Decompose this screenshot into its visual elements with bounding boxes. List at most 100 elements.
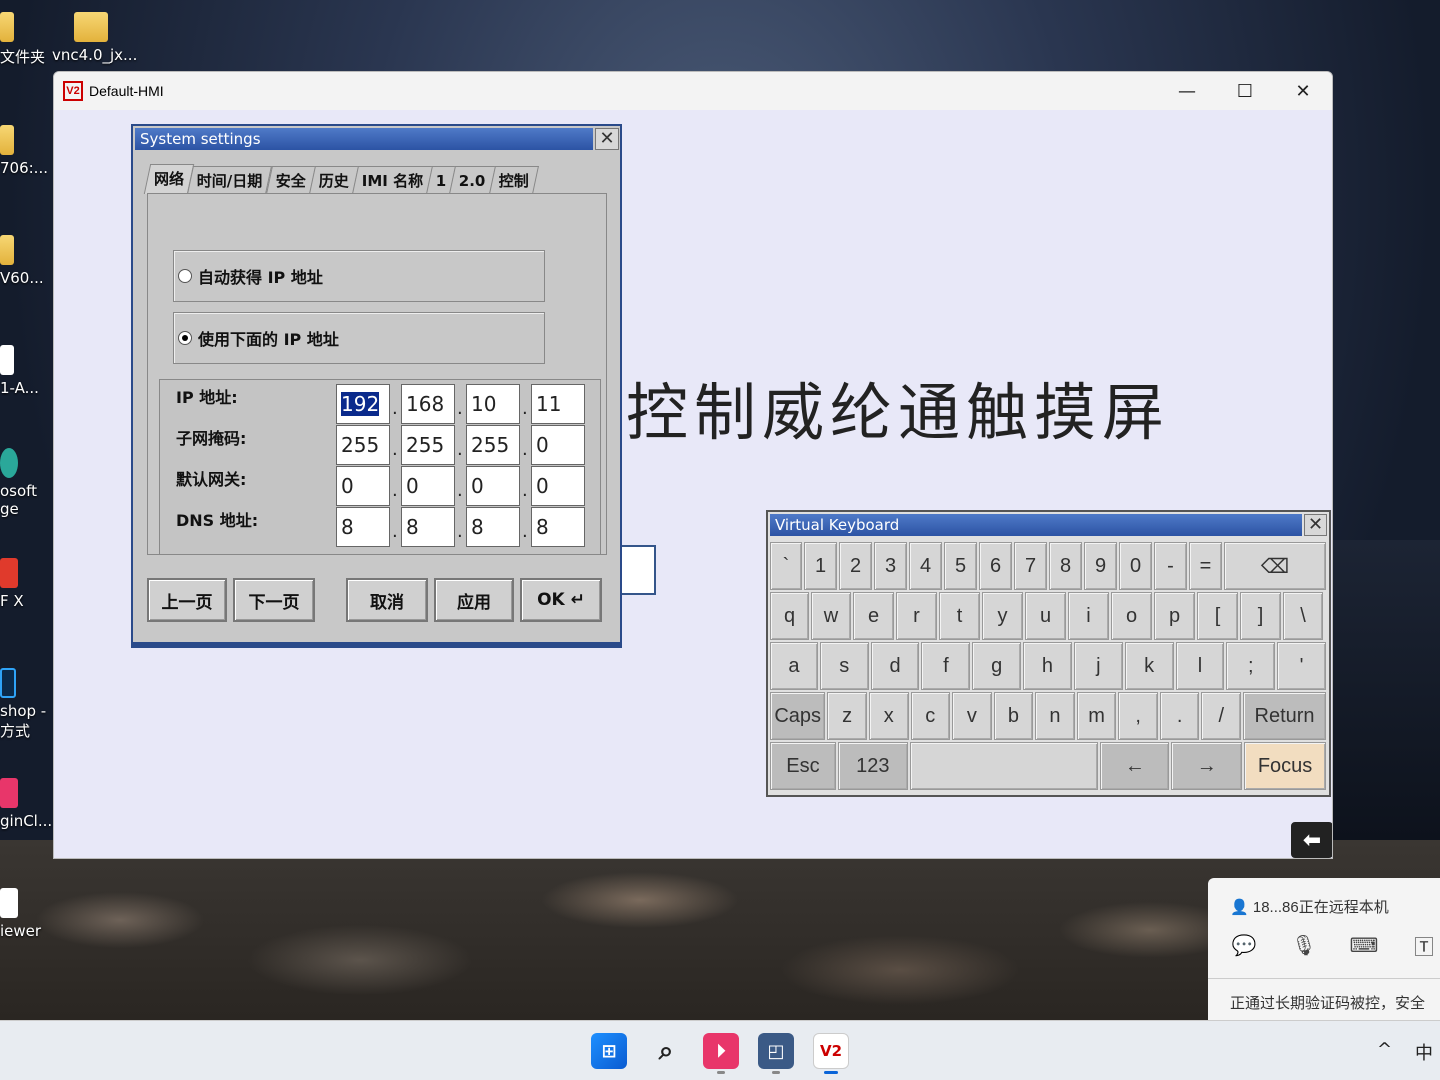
key[interactable]: d bbox=[870, 642, 920, 690]
key[interactable]: b bbox=[993, 692, 1034, 740]
close-button[interactable]: ✕ bbox=[1274, 72, 1332, 110]
cancel-button[interactable]: 取消 bbox=[346, 578, 428, 622]
vnc-viewer-taskbar-icon[interactable]: V2 bbox=[813, 1033, 849, 1069]
text-icon[interactable]: 🅃 bbox=[1408, 930, 1440, 960]
key[interactable]: 3 bbox=[874, 542, 907, 590]
key[interactable]: ` bbox=[770, 542, 802, 590]
key[interactable]: ; bbox=[1226, 642, 1276, 690]
gateway-octet-1[interactable]: 0 bbox=[336, 466, 390, 506]
dns-octet-2[interactable]: 8 bbox=[401, 507, 455, 547]
key[interactable]: 0 bbox=[1119, 542, 1152, 590]
gateway-octet-2[interactable]: 0 bbox=[401, 466, 455, 506]
key[interactable]: a bbox=[770, 642, 818, 690]
windows-start-icon[interactable]: ⊞ bbox=[591, 1033, 627, 1069]
tab-hmi-name[interactable]: IMI 名称 bbox=[351, 166, 433, 194]
key[interactable]: 6 bbox=[979, 542, 1012, 590]
mask-octet-3[interactable]: 255 bbox=[466, 425, 520, 465]
key[interactable]: [ bbox=[1197, 592, 1238, 640]
return-key[interactable]: Return bbox=[1243, 692, 1327, 740]
desktop-icon-706[interactable]: 706:... bbox=[0, 125, 48, 177]
window-titlebar[interactable]: V2 Default-HMI — ☐ ✕ bbox=[54, 72, 1332, 110]
dns-octet-1[interactable]: 8 bbox=[336, 507, 390, 547]
radio-manual-ip[interactable]: 使用下面的 IP 地址 bbox=[173, 312, 545, 364]
backspace-key[interactable]: ⌫ bbox=[1224, 542, 1326, 590]
key[interactable]: r bbox=[896, 592, 937, 640]
tab-network[interactable]: 网络 bbox=[143, 164, 195, 194]
gateway-octet-3[interactable]: 0 bbox=[466, 466, 520, 506]
key[interactable]: m bbox=[1076, 692, 1117, 740]
dialog-close-button[interactable]: ✕ bbox=[595, 128, 619, 150]
desktop-icon-edge[interactable]: osoft ge bbox=[0, 448, 37, 518]
key[interactable]: 2 bbox=[839, 542, 872, 590]
key[interactable]: ] bbox=[1240, 592, 1281, 640]
key[interactable]: n bbox=[1035, 692, 1075, 740]
key[interactable]: x bbox=[868, 692, 909, 740]
dns-octet-3[interactable]: 8 bbox=[466, 507, 520, 547]
key[interactable]: 4 bbox=[909, 542, 942, 590]
desktop-icon-vnc-viewer[interactable]: iewer bbox=[0, 888, 41, 940]
key[interactable]: k bbox=[1124, 642, 1174, 690]
key[interactable]: z bbox=[827, 692, 867, 740]
back-arrow-button[interactable]: ⬅ bbox=[1291, 822, 1332, 858]
key[interactable]: i bbox=[1068, 592, 1109, 640]
ok-button[interactable]: OK ↵ bbox=[520, 578, 602, 622]
mask-octet-2[interactable]: 255 bbox=[401, 425, 455, 465]
tab-security[interactable]: 安全 bbox=[265, 166, 316, 194]
chat-icon[interactable]: 💬 bbox=[1228, 930, 1260, 960]
key[interactable]: 8 bbox=[1049, 542, 1082, 590]
key[interactable]: e bbox=[853, 592, 894, 640]
desktop-icon-foxit[interactable]: F X bbox=[0, 558, 24, 610]
microphone-icon[interactable]: 🎙 bbox=[1288, 930, 1320, 960]
key[interactable]: \ bbox=[1283, 592, 1323, 640]
key[interactable]: s bbox=[819, 642, 869, 690]
mask-octet-4[interactable]: 0 bbox=[531, 425, 585, 465]
arrow-right-key[interactable]: → bbox=[1171, 742, 1243, 790]
key[interactable]: / bbox=[1201, 692, 1241, 740]
key[interactable]: ' bbox=[1277, 642, 1326, 690]
mask-octet-1[interactable]: 255 bbox=[336, 425, 390, 465]
key[interactable]: 7 bbox=[1014, 542, 1047, 590]
key[interactable]: f bbox=[921, 642, 971, 690]
tray-chevron-icon[interactable]: ^ bbox=[1377, 1039, 1392, 1060]
keyboard-close-button[interactable]: ✕ bbox=[1304, 514, 1327, 536]
key[interactable]: t bbox=[939, 592, 980, 640]
key[interactable]: = bbox=[1189, 542, 1222, 590]
focus-key[interactable]: Focus bbox=[1244, 742, 1326, 790]
next-page-button[interactable]: 下一页 bbox=[233, 578, 315, 622]
key[interactable]: 5 bbox=[944, 542, 977, 590]
key[interactable]: j bbox=[1073, 642, 1123, 690]
search-icon[interactable]: ⌕ bbox=[648, 1033, 684, 1069]
ip-octet-2[interactable]: 168 bbox=[401, 384, 455, 424]
ip-octet-3[interactable]: 10 bbox=[466, 384, 520, 424]
key[interactable]: w bbox=[811, 592, 851, 640]
input-method-indicator[interactable]: 中 bbox=[1415, 1039, 1433, 1065]
arrow-left-key[interactable]: ← bbox=[1100, 742, 1170, 790]
key[interactable]: v bbox=[952, 692, 992, 740]
tab-control[interactable]: 控制 bbox=[488, 166, 539, 194]
tab-history[interactable]: 历史 bbox=[308, 166, 359, 194]
key[interactable]: y bbox=[982, 592, 1023, 640]
radio-button-off[interactable] bbox=[178, 269, 192, 283]
desktop-icon-pdf[interactable]: 1-A... bbox=[0, 345, 39, 397]
key[interactable]: u bbox=[1025, 592, 1066, 640]
key[interactable]: c bbox=[910, 692, 951, 740]
ip-octet-4[interactable]: 11 bbox=[531, 384, 585, 424]
key[interactable]: - bbox=[1154, 542, 1187, 590]
prev-page-button[interactable]: 上一页 bbox=[147, 578, 227, 622]
minimize-button[interactable]: — bbox=[1158, 72, 1216, 110]
key[interactable]: l bbox=[1175, 642, 1225, 690]
maximize-button[interactable]: ☐ bbox=[1216, 72, 1274, 110]
pingcode-app-icon[interactable]: ⏵ bbox=[703, 1033, 739, 1069]
desktop-icon-v60[interactable]: V60... bbox=[0, 235, 44, 287]
key[interactable]: , bbox=[1118, 692, 1158, 740]
key[interactable]: p bbox=[1154, 592, 1195, 640]
key[interactable]: q bbox=[770, 592, 809, 640]
key[interactable]: 9 bbox=[1084, 542, 1117, 590]
esc-key[interactable]: Esc bbox=[770, 742, 836, 790]
numeric-key[interactable]: 123 bbox=[837, 742, 908, 790]
desktop-icon-folder[interactable]: 文件夹 bbox=[0, 12, 45, 67]
dns-octet-4[interactable]: 8 bbox=[531, 507, 585, 547]
key[interactable]: g bbox=[972, 642, 1022, 690]
hmi-input-field[interactable] bbox=[620, 545, 656, 595]
key[interactable]: 1 bbox=[804, 542, 837, 590]
